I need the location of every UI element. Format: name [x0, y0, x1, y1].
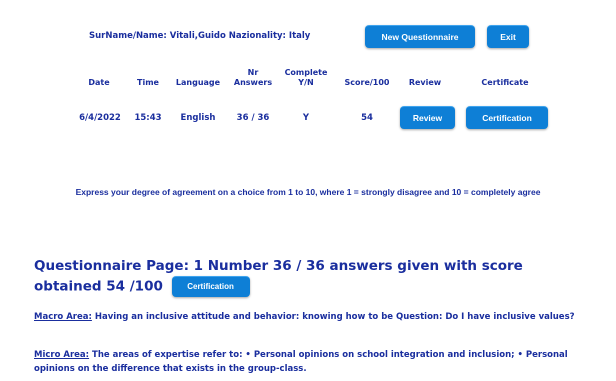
questionnaire-page: SurName/Name: Vitali,Guido Nazionality: …: [0, 0, 616, 381]
new-questionnaire-button[interactable]: New Questionnaire: [365, 25, 475, 48]
exit-button[interactable]: Exit: [487, 25, 529, 48]
header-score: Score/100: [344, 78, 390, 87]
header-review: Review: [408, 78, 442, 87]
header-nr-answers-line1: Nr: [247, 68, 259, 77]
header-nr-answers: Nr Answers: [229, 68, 277, 88]
micro-area: Micro Area: The areas of expertise refer…: [34, 348, 590, 376]
certification-button[interactable]: Certification: [466, 106, 548, 129]
user-info: SurName/Name: Vitali,Guido Nazionality: …: [89, 31, 311, 41]
macro-area-text: Having an inclusive attitude and behavio…: [91, 312, 575, 322]
micro-area-text: The areas of expertise refer to: • Perso…: [34, 350, 568, 374]
cell-answers: 36 / 36: [236, 113, 270, 123]
header-certificate: Certificate: [481, 78, 529, 87]
header-complete: Complete Y/N: [279, 68, 333, 88]
cell-complete: Y: [302, 113, 310, 123]
questionnaire-title-text: Questionnaire Page: 1 Number 36 / 36 ans…: [34, 258, 523, 295]
cell-date: 6/4/2022: [79, 113, 121, 123]
macro-area: Macro Area: Having an inclusive attitude…: [34, 310, 590, 324]
header-complete-line1: Complete: [284, 68, 328, 77]
questionnaire-certification-button[interactable]: Certification: [171, 276, 250, 297]
questionnaire-title: Questionnaire Page: 1 Number 36 / 36 ans…: [34, 256, 594, 297]
header-nr-answers-line2: Answers: [233, 78, 273, 87]
cell-language: English: [180, 113, 216, 123]
macro-area-label: Macro Area:: [34, 312, 92, 322]
header-date: Date: [88, 78, 110, 87]
micro-area-label: Micro Area:: [34, 350, 90, 360]
cell-time: 15:43: [134, 113, 162, 123]
cell-score: 54: [361, 113, 373, 123]
header-time: Time: [137, 78, 159, 87]
review-button[interactable]: Review: [400, 106, 455, 129]
header-language: Language: [175, 78, 221, 87]
instruction-text: Express your degree of agreement on a ch…: [75, 187, 541, 197]
header-complete-line2: Y/N: [298, 78, 314, 87]
